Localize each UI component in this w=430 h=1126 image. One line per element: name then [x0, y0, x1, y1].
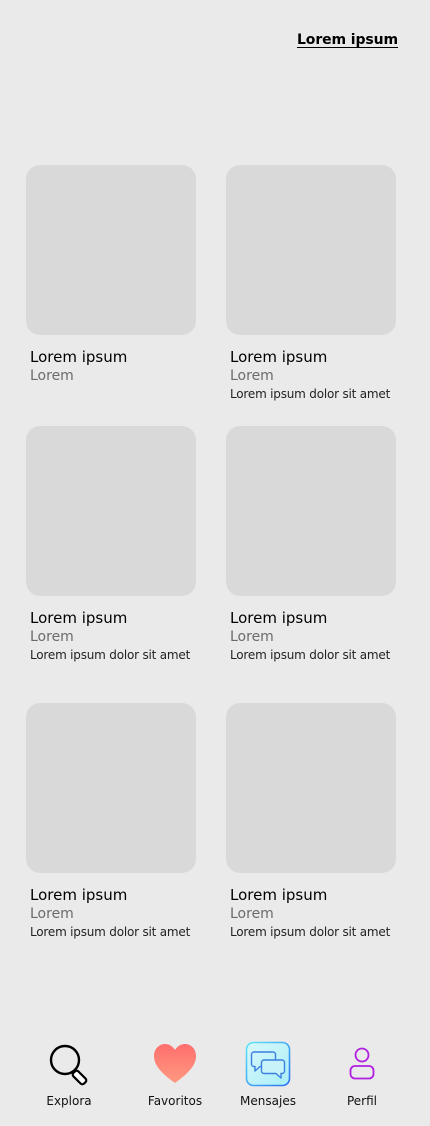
card-subtitle: Lorem [30, 368, 74, 384]
card-subtitle: Lorem [30, 906, 74, 922]
card-title: Lorem ipsum [230, 348, 328, 366]
card[interactable]: Lorem ipsum Lorem Lorem ipsum dolor sit … [226, 165, 398, 403]
card-subtitle: Lorem [230, 629, 274, 645]
card-title: Lorem ipsum [230, 609, 328, 627]
card-description: Lorem ipsum dolor sit amet [230, 925, 391, 939]
card-description: Lorem ipsum dolor sit amet [230, 648, 391, 662]
card-subtitle: Lorem [230, 368, 274, 384]
card[interactable]: Lorem ipsum Lorem Lorem ipsum dolor sit … [226, 426, 398, 664]
card-image-placeholder [26, 426, 196, 596]
bottom-nav: Explora Favoritos Mensajes Perfil [0, 1030, 430, 1126]
card-image-placeholder [26, 703, 196, 873]
nav-item-favoritos[interactable]: Favoritos [135, 1040, 215, 1108]
card-title: Lorem ipsum [230, 886, 328, 904]
nav-label-mensajes: Mensajes [240, 1094, 296, 1108]
heart-icon [135, 1040, 215, 1088]
card-image-placeholder [226, 165, 396, 335]
nav-item-perfil[interactable]: Perfil [322, 1040, 402, 1108]
card-description: Lorem ipsum dolor sit amet [30, 648, 191, 662]
nav-label-explora: Explora [46, 1094, 92, 1108]
card-image-placeholder [226, 703, 396, 873]
card-subtitle: Lorem [30, 629, 74, 645]
card-description: Lorem ipsum dolor sit amet [230, 387, 391, 401]
card-title: Lorem ipsum [30, 886, 128, 904]
nav-label-favoritos: Favoritos [147, 1094, 203, 1108]
card[interactable]: Lorem ipsum Lorem Lorem ipsum dolor sit … [26, 426, 198, 664]
card-image-placeholder [226, 426, 396, 596]
top-link[interactable]: Lorem ipsum [297, 32, 398, 48]
card-image-placeholder [26, 165, 196, 335]
card-description: Lorem ipsum dolor sit amet [30, 925, 191, 939]
card[interactable]: Lorem ipsum Lorem Lorem ipsum dolor sit … [26, 703, 198, 941]
chat-icon [228, 1040, 308, 1088]
card-subtitle: Lorem [230, 906, 274, 922]
user-icon [322, 1040, 402, 1088]
card[interactable]: Lorem ipsum Lorem [26, 165, 198, 386]
card-title: Lorem ipsum [30, 609, 128, 627]
nav-item-explora[interactable]: Explora [29, 1040, 109, 1108]
nav-item-mensajes[interactable]: Mensajes [228, 1040, 308, 1108]
card[interactable]: Lorem ipsum Lorem Lorem ipsum dolor sit … [226, 703, 398, 941]
nav-label-perfil: Perfil [346, 1094, 378, 1108]
card-title: Lorem ipsum [30, 348, 128, 366]
search-icon [29, 1040, 109, 1088]
